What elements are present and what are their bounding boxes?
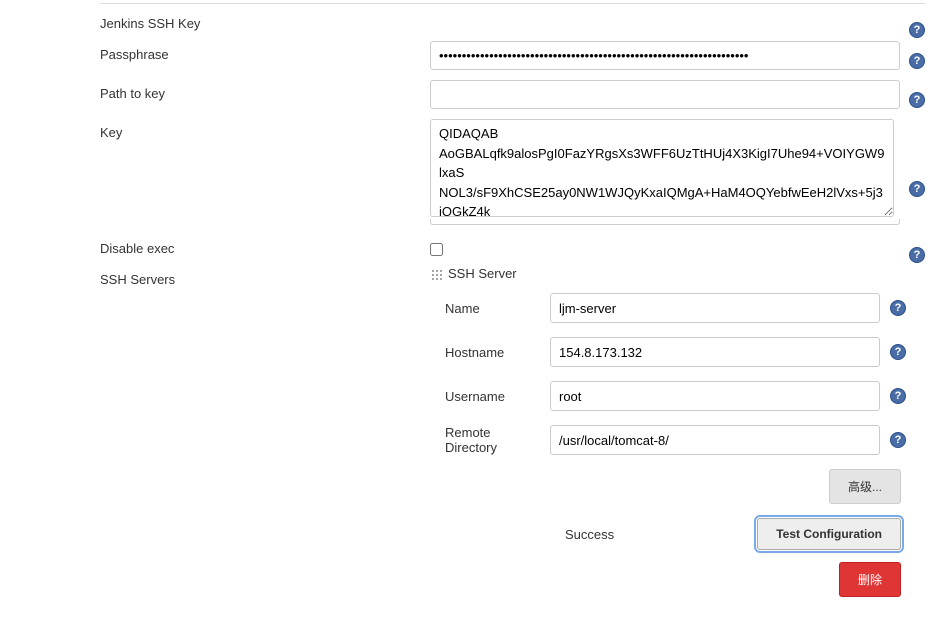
- name-input[interactable]: [550, 293, 880, 323]
- disable-exec-checkbox[interactable]: [430, 243, 443, 256]
- passphrase-row: Passphrase ?: [100, 41, 925, 70]
- ssh-server-title: SSH Server: [448, 266, 517, 281]
- test-status: Success: [565, 527, 614, 542]
- ssh-server-header: SSH Server: [430, 266, 517, 281]
- delete-button[interactable]: 删除: [839, 562, 901, 597]
- name-row: Name ?: [445, 293, 925, 323]
- help-icon[interactable]: ?: [890, 432, 906, 448]
- hostname-input[interactable]: [550, 337, 880, 367]
- textarea-footer: [430, 219, 900, 225]
- username-row: Username ?: [445, 381, 925, 411]
- section-title: Publish over SSH: [100, 0, 925, 4]
- username-input[interactable]: [550, 381, 880, 411]
- disable-exec-row: Disable exec ?: [100, 235, 925, 256]
- remote-dir-row: Remote Directory ?: [445, 425, 925, 455]
- remote-dir-input[interactable]: [550, 425, 880, 455]
- test-configuration-button[interactable]: Test Configuration: [757, 518, 901, 550]
- jenkins-ssh-key-row: Jenkins SSH Key ?: [100, 10, 925, 31]
- help-icon[interactable]: ?: [890, 344, 906, 360]
- hostname-label: Hostname: [445, 345, 550, 360]
- help-icon[interactable]: ?: [890, 388, 906, 404]
- advanced-button[interactable]: 高级...: [829, 469, 901, 504]
- passphrase-label: Passphrase: [100, 41, 430, 62]
- advanced-row: 高级...: [445, 469, 925, 504]
- help-icon[interactable]: ?: [909, 22, 925, 38]
- ssh-servers-row: SSH Servers SSH Server: [100, 266, 925, 289]
- remote-dir-label: Remote Directory: [445, 425, 550, 455]
- ssh-server-block: Name ? Hostname ? Username ? Remote Dire…: [430, 293, 925, 597]
- drag-handle-icon[interactable]: [430, 268, 442, 280]
- name-label: Name: [445, 301, 550, 316]
- username-label: Username: [445, 389, 550, 404]
- jenkins-ssh-key-label: Jenkins SSH Key: [100, 10, 430, 31]
- path-to-key-input[interactable]: [430, 80, 900, 109]
- help-icon[interactable]: ?: [890, 300, 906, 316]
- help-icon[interactable]: ?: [909, 92, 925, 108]
- help-icon[interactable]: ?: [909, 53, 925, 69]
- hostname-row: Hostname ?: [445, 337, 925, 367]
- ssh-servers-label: SSH Servers: [100, 266, 430, 287]
- passphrase-input[interactable]: [430, 41, 900, 70]
- key-row: Key ?: [100, 119, 925, 225]
- key-textarea[interactable]: [430, 119, 894, 217]
- path-to-key-row: Path to key ?: [100, 80, 925, 109]
- help-icon[interactable]: ?: [909, 181, 925, 197]
- delete-row: 删除: [445, 562, 925, 597]
- key-label: Key: [100, 119, 430, 140]
- path-to-key-label: Path to key: [100, 80, 430, 101]
- help-icon[interactable]: ?: [909, 247, 925, 263]
- test-row: Success Test Configuration: [445, 518, 925, 550]
- disable-exec-label: Disable exec: [100, 235, 430, 256]
